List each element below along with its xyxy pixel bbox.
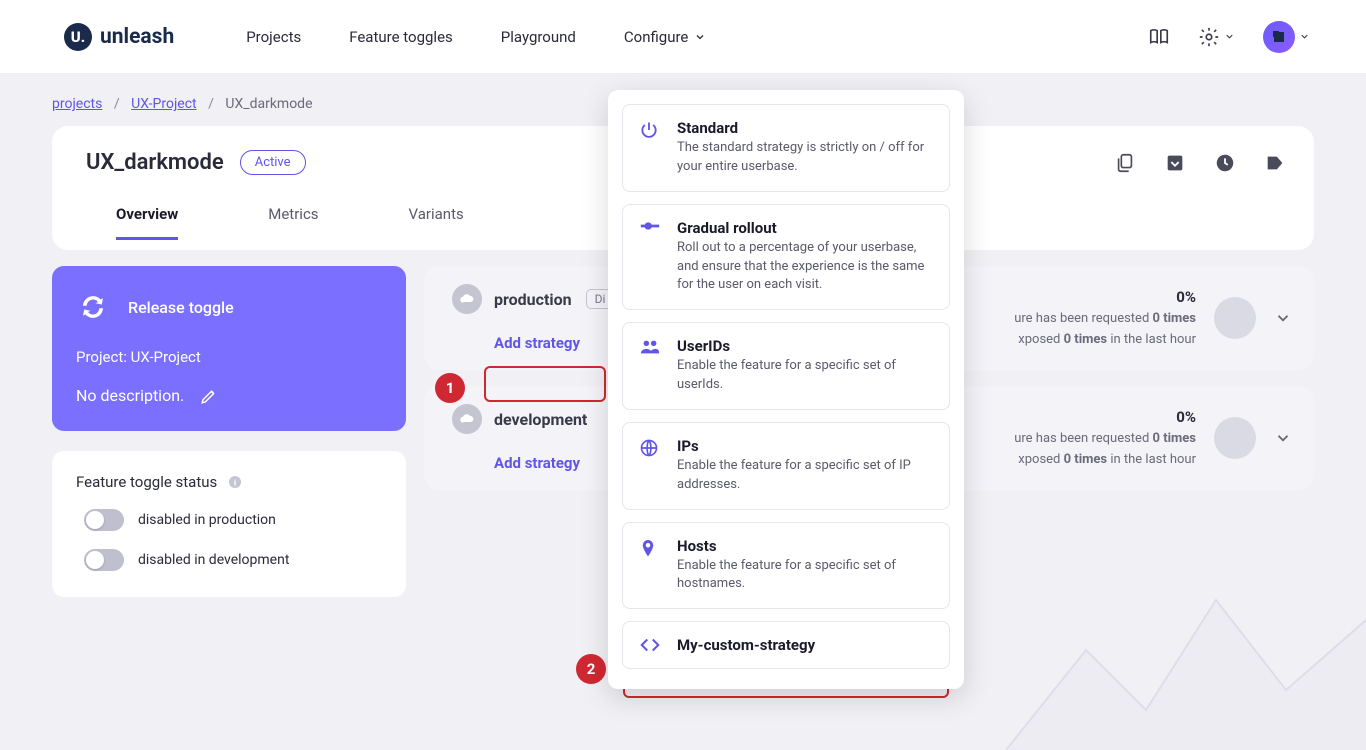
dd-title: My-custom-strategy: [677, 636, 815, 654]
dd-title: Hosts: [677, 537, 935, 555]
dd-title: Standard: [677, 119, 935, 137]
add-strategy-button[interactable]: Add strategy: [494, 334, 614, 352]
history-icon[interactable]: [1214, 152, 1236, 174]
top-nav: U. unleash Projects Feature toggles Play…: [0, 0, 1366, 74]
status-development: disabled in development: [138, 552, 289, 568]
toggle-production[interactable]: [84, 509, 124, 531]
metrics-circle: [1214, 417, 1256, 459]
archive-icon[interactable]: [1164, 152, 1186, 174]
tab-metrics[interactable]: Metrics: [268, 205, 318, 240]
globe-icon: [639, 438, 661, 495]
expand-env[interactable]: [1274, 429, 1292, 447]
env-name: development: [494, 410, 587, 429]
nav-configure-label: Configure: [624, 28, 689, 46]
power-icon: [639, 120, 661, 177]
env-stats: 0% ure has been requested 0 times xposed…: [1014, 405, 1196, 471]
slider-icon: [639, 220, 661, 296]
sync-icon: [76, 290, 110, 324]
strategy-gradual[interactable]: Gradual rollout Roll out to a percentage…: [622, 204, 950, 311]
chevron-down-icon: [1299, 31, 1310, 42]
dd-title: IPs: [677, 437, 935, 455]
status-production: disabled in production: [138, 512, 276, 528]
cloud-icon: [452, 284, 482, 314]
dd-desc: The standard strategy is strictly on / o…: [677, 139, 935, 177]
crumb-feature: UX_darkmode: [225, 96, 312, 112]
strategy-ips[interactable]: IPs Enable the feature for a specific se…: [622, 422, 950, 510]
status-title: Feature toggle status: [76, 473, 217, 491]
brand-mark-icon: U.: [64, 23, 92, 51]
tag-icon[interactable]: [1264, 152, 1286, 174]
nav-projects[interactable]: Projects: [246, 28, 301, 46]
env-stats: 0% ure has been requested 0 times xposed…: [1014, 285, 1196, 351]
pin-icon: [639, 538, 661, 595]
copy-icon[interactable]: [1114, 152, 1136, 174]
toggle-development[interactable]: [84, 549, 124, 571]
info-icon[interactable]: i: [227, 474, 243, 490]
docs-icon[interactable]: [1148, 26, 1170, 48]
tab-variants[interactable]: Variants: [409, 205, 464, 240]
nav-feature-toggles[interactable]: Feature toggles: [349, 28, 453, 46]
chevron-down-icon: [1224, 31, 1235, 42]
avatar: [1263, 21, 1295, 53]
crumb-projects[interactable]: projects: [52, 96, 102, 112]
chevron-down-icon: [694, 31, 706, 43]
dd-title: UserIDs: [677, 337, 935, 355]
release-panel: Release toggle Project: UX-Project No de…: [52, 266, 406, 431]
status-panel: Feature toggle status i disabled in prod…: [52, 451, 406, 597]
env-name: production: [494, 290, 572, 309]
strategy-custom[interactable]: My-custom-strategy: [622, 621, 950, 669]
tab-overview[interactable]: Overview: [116, 205, 178, 240]
metrics-circle: [1214, 297, 1256, 339]
pct: 0%: [1014, 285, 1196, 309]
strategy-standard[interactable]: Standard The standard strategy is strict…: [622, 104, 950, 192]
settings-icon[interactable]: [1198, 26, 1235, 48]
dd-desc: Enable the feature for a specific set of…: [677, 557, 935, 595]
dd-desc: Enable the feature for a specific set of…: [677, 457, 935, 495]
pct: 0%: [1014, 405, 1196, 429]
dd-desc: Roll out to a percentage of your userbas…: [677, 239, 935, 296]
release-title: Release toggle: [128, 298, 234, 317]
code-icon: [639, 637, 661, 654]
brand-text: unleash: [100, 25, 174, 49]
nav-configure[interactable]: Configure: [624, 28, 707, 46]
svg-text:i: i: [234, 478, 236, 488]
edit-icon[interactable]: [200, 387, 218, 405]
project-label: Project: UX-Project: [76, 348, 382, 366]
nav-playground[interactable]: Playground: [501, 28, 576, 46]
user-menu[interactable]: [1263, 21, 1310, 53]
feature-name: UX_darkmode: [86, 150, 224, 175]
status-badge: Active: [240, 150, 306, 175]
no-description: No description.: [76, 386, 184, 405]
callout-num-2: 2: [576, 654, 606, 684]
crumb-project[interactable]: UX-Project: [131, 96, 197, 112]
dd-desc: Enable the feature for a specific set of…: [677, 357, 935, 395]
strategy-dropdown: Standard The standard strategy is strict…: [608, 90, 964, 689]
expand-env[interactable]: [1274, 309, 1292, 327]
dd-title: Gradual rollout: [677, 219, 935, 237]
cloud-icon: [452, 404, 482, 434]
brand-logo[interactable]: U. unleash: [64, 23, 174, 51]
strategy-userids[interactable]: UserIDs Enable the feature for a specifi…: [622, 322, 950, 410]
users-icon: [639, 338, 661, 395]
strategy-hosts[interactable]: Hosts Enable the feature for a specific …: [622, 522, 950, 610]
add-strategy-button[interactable]: Add strategy: [494, 454, 625, 472]
